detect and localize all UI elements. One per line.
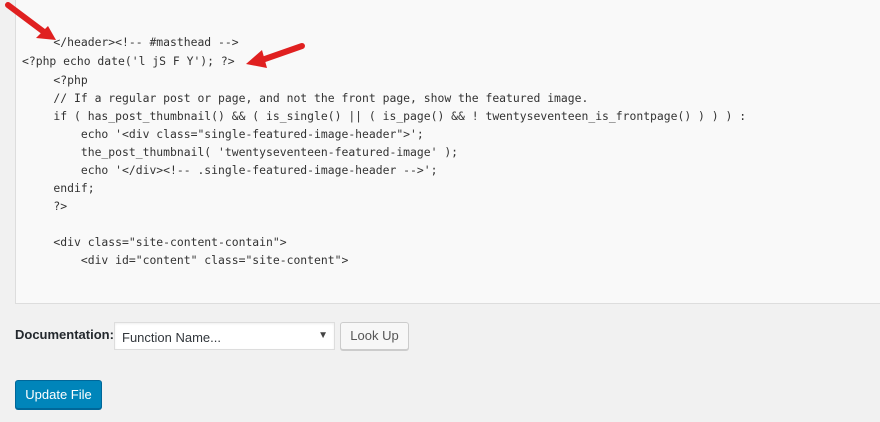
code-editor[interactable]: </header><!-- #masthead --> <?php echo d… <box>15 0 880 304</box>
code-line[interactable]: <?php echo date('l jS F Y'); ?> <box>22 54 235 68</box>
code-line[interactable]: <div class="site-content-contain"> <box>26 235 286 249</box>
code-line[interactable]: the_post_thumbnail( 'twentyseventeen-fea… <box>26 145 458 159</box>
code-line[interactable]: echo '</div><!-- .single-featured-image-… <box>26 163 438 177</box>
function-name-select[interactable]: Function Name... ▼ <box>114 322 335 350</box>
code-line[interactable]: if ( has_post_thumbnail() && ( is_single… <box>26 109 746 123</box>
code-line[interactable]: ?> <box>26 199 67 213</box>
update-file-button[interactable]: Update File <box>15 380 102 409</box>
code-line[interactable]: endif; <box>26 181 94 195</box>
annotation-arrow-icon <box>246 43 305 68</box>
select-value: Function Name... <box>122 330 221 345</box>
chevron-down-icon: ▼ <box>318 330 328 341</box>
annotation-arrow-icon <box>5 2 56 40</box>
code-line[interactable]: // If a regular post or page, and not th… <box>26 91 588 105</box>
code-line[interactable]: echo '<div class="single-featured-image-… <box>26 127 424 141</box>
code-line[interactable]: <div id="content" class="site-content"> <box>26 253 348 267</box>
documentation-label: Documentation: <box>15 327 114 342</box>
look-up-button[interactable]: Look Up <box>340 322 409 350</box>
code-line[interactable]: <?php <box>26 73 87 87</box>
